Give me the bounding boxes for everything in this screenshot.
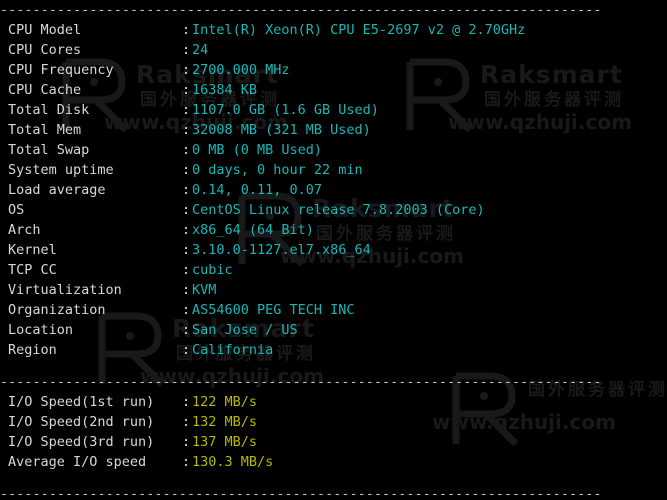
info-value: AS54600 PEG TECH INC bbox=[192, 302, 355, 318]
divider-top: ----------------------------------------… bbox=[0, 2, 602, 18]
system-info-row: CPU Cores:24 bbox=[0, 40, 667, 60]
info-label: Virtualization bbox=[8, 282, 122, 298]
info-label: Organization bbox=[8, 302, 106, 318]
system-info-section: CPU Model: Intel(R) Xeon(R) CPU E5-2697 v… bbox=[0, 20, 667, 360]
info-label: I/O Speed(3rd run) bbox=[8, 434, 155, 450]
info-value: 137 MB/s bbox=[192, 434, 258, 450]
io-speed-row: Average I/O speed:130.3 MB/s bbox=[0, 452, 667, 472]
info-label: TCP CC bbox=[8, 262, 57, 278]
info-label: Kernel bbox=[8, 242, 57, 258]
io-speed-row: I/O Speed(2nd run):132 MB/s bbox=[0, 412, 667, 432]
info-value: Intel(R) Xeon(R) CPU E5-2697 v2 @ 2.70GH… bbox=[192, 22, 526, 38]
info-colon: : bbox=[182, 42, 191, 58]
system-info-row: Location: San Jose / US bbox=[0, 320, 667, 340]
info-colon: : bbox=[182, 302, 191, 318]
info-colon: : bbox=[182, 394, 191, 410]
info-colon: : bbox=[182, 82, 191, 98]
info-colon: : bbox=[182, 202, 191, 218]
info-colon: : bbox=[182, 282, 191, 298]
system-info-row: Total Swap:0 MB (0 MB Used) bbox=[0, 140, 667, 160]
info-value: 0 MB (0 MB Used) bbox=[192, 142, 323, 158]
info-colon: : bbox=[182, 142, 191, 158]
info-value: cubic bbox=[192, 262, 233, 278]
system-info-row: Arch: x86_64 (64 Bit) bbox=[0, 220, 667, 240]
info-colon: : bbox=[182, 162, 191, 178]
info-colon: : bbox=[182, 342, 191, 358]
info-value: 32008 MB (321 MB Used) bbox=[192, 122, 371, 138]
info-value: 16384 KB bbox=[192, 82, 258, 98]
divider-io: ----------------------------------------… bbox=[0, 374, 602, 390]
info-value: 2700.000 MHz bbox=[192, 62, 290, 78]
info-value: x86_64 (64 Bit) bbox=[192, 222, 314, 238]
info-value: California bbox=[192, 342, 274, 358]
info-colon: : bbox=[182, 222, 191, 238]
io-speed-row: I/O Speed(3rd run):137 MB/s bbox=[0, 432, 667, 452]
system-info-row: Total Mem:32008 MB (321 MB Used) bbox=[0, 120, 667, 140]
terminal-output: ----------------------------------------… bbox=[0, 0, 667, 500]
info-label: Total Disk bbox=[8, 102, 90, 118]
info-value: 130.3 MB/s bbox=[192, 454, 274, 470]
info-label: Region bbox=[8, 342, 57, 358]
system-info-row: Total Disk:1107.0 GB (1.6 GB Used) bbox=[0, 100, 667, 120]
info-label: CPU Model bbox=[8, 22, 82, 38]
info-label: I/O Speed(2nd run) bbox=[8, 414, 155, 430]
info-label: Arch bbox=[8, 222, 41, 238]
info-value: San Jose / US bbox=[192, 322, 298, 338]
info-value: 0 days, 0 hour 22 min bbox=[192, 162, 363, 178]
system-info-row: OS: CentOS Linux release 7.8.2003 (Core) bbox=[0, 200, 667, 220]
info-label: Location bbox=[8, 322, 74, 338]
info-value: 3.10.0-1127.el7.x86_64 bbox=[192, 242, 371, 258]
info-label: OS bbox=[8, 202, 25, 218]
info-value: 0.14, 0.11, 0.07 bbox=[192, 182, 323, 198]
info-colon: : bbox=[182, 102, 191, 118]
info-colon: : bbox=[182, 62, 191, 78]
info-value: 132 MB/s bbox=[192, 414, 258, 430]
info-value: CentOS Linux release 7.8.2003 (Core) bbox=[192, 202, 485, 218]
info-label: CPU Cores bbox=[8, 42, 82, 58]
system-info-row: TCP CC: cubic bbox=[0, 260, 667, 280]
info-label: CPU Frequency bbox=[8, 62, 114, 78]
info-colon: : bbox=[182, 262, 191, 278]
system-info-row: Kernel:3.10.0-1127.el7.x86_64 bbox=[0, 240, 667, 260]
info-value: 122 MB/s bbox=[192, 394, 258, 410]
terminal-window: Raksmart 国外服务器评测 www.qzhuji.com Raksmart… bbox=[0, 0, 667, 500]
system-info-row: Load average:0.14, 0.11, 0.07 bbox=[0, 180, 667, 200]
info-value: 24 bbox=[192, 42, 209, 58]
info-colon: : bbox=[182, 182, 191, 198]
info-label: Total Swap bbox=[8, 142, 90, 158]
info-label: I/O Speed(1st run) bbox=[8, 394, 155, 410]
info-colon: : bbox=[182, 414, 191, 430]
io-speed-section: I/O Speed(1st run):122 MB/s I/O Speed(2nd… bbox=[0, 392, 667, 472]
system-info-row: System uptime:0 days, 0 hour 22 min bbox=[0, 160, 667, 180]
system-info-row: Organization: AS54600 PEG TECH INC bbox=[0, 300, 667, 320]
divider-speedtest: ----------------------------------------… bbox=[0, 486, 602, 500]
system-info-row: Virtualization: KVM bbox=[0, 280, 667, 300]
info-value: KVM bbox=[192, 282, 217, 298]
info-colon: : bbox=[182, 122, 191, 138]
system-info-row: CPU Cache:16384 KB bbox=[0, 80, 667, 100]
info-colon: : bbox=[182, 22, 191, 38]
info-label: Load average bbox=[8, 182, 106, 198]
system-info-row: CPU Frequency:2700.000 MHz bbox=[0, 60, 667, 80]
info-label: Average I/O speed bbox=[8, 454, 147, 470]
system-info-row: Region: California bbox=[0, 340, 667, 360]
info-colon: : bbox=[182, 454, 191, 470]
info-label: CPU Cache bbox=[8, 82, 82, 98]
io-speed-row: I/O Speed(1st run):122 MB/s bbox=[0, 392, 667, 412]
info-colon: : bbox=[182, 322, 191, 338]
info-label: Total Mem bbox=[8, 122, 82, 138]
info-colon: : bbox=[182, 242, 191, 258]
system-info-row: CPU Model: Intel(R) Xeon(R) CPU E5-2697 v… bbox=[0, 20, 667, 40]
info-colon: : bbox=[182, 434, 191, 450]
info-value: 1107.0 GB (1.6 GB Used) bbox=[192, 102, 379, 118]
info-label: System uptime bbox=[8, 162, 114, 178]
